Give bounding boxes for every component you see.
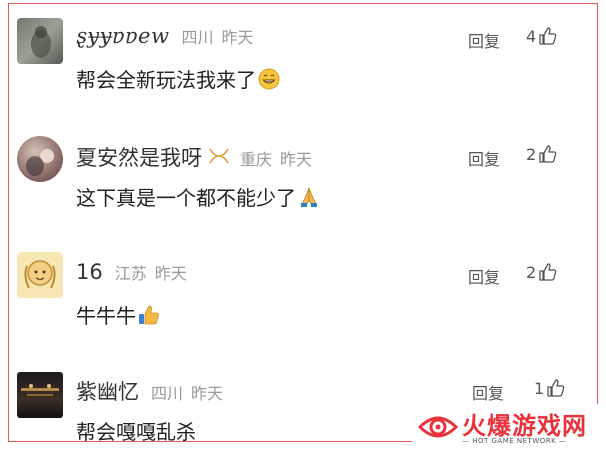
thumbs-up-emoji-icon [139, 305, 159, 324]
like-button[interactable]: 1 [534, 378, 566, 398]
timestamp: 昨天 [191, 384, 224, 403]
username[interactable]: 16 [76, 260, 103, 284]
user-badge [208, 147, 230, 170]
comment-meta: ȿɏɏɐɐew 四川 昨天 [76, 24, 261, 48]
avatar[interactable] [17, 372, 63, 418]
avatar[interactable] [17, 136, 63, 182]
like-button[interactable]: 2 [526, 262, 558, 282]
location: 四川 [151, 384, 184, 403]
comment-body: 牛牛牛 [76, 304, 136, 328]
comment-meta: 夏安然是我呀 重庆 昨天 [76, 142, 320, 172]
thumbs-up-icon [539, 263, 557, 281]
username[interactable]: 紫幽忆 [76, 376, 139, 406]
watermark-subtitle: — HOT GAME NETWORK — [462, 437, 567, 445]
folded-hands-icon [301, 187, 317, 207]
reply-button[interactable]: 回复 [468, 146, 500, 170]
timestamp: 昨天 [280, 150, 313, 169]
like-button[interactable]: 2 [526, 144, 558, 164]
thumbs-up-icon [539, 27, 557, 45]
like-button[interactable]: 4 [526, 26, 558, 46]
comment-text: 这下真是一个都不能少了 [76, 182, 320, 211]
like-count: 4 [526, 26, 537, 46]
comment-meta: 16 江苏 昨天 [76, 260, 195, 284]
like-count: 2 [526, 262, 537, 282]
comment-item: ȿɏɏɐɐew 四川 昨天 帮会全新玩法我来了 回复 4 [0, 10, 606, 110]
eye-logo-icon [418, 416, 458, 438]
username[interactable]: 夏安然是我呀 [76, 142, 202, 172]
location: 四川 [181, 28, 214, 47]
comment-text: 帮会全新玩法我来了 [76, 64, 280, 93]
location: 重庆 [240, 150, 273, 169]
comment-text: 牛牛牛 [76, 300, 160, 329]
username[interactable]: ȿɏɏɐɐew [76, 24, 169, 48]
comment-body: 帮会全新玩法我来了 [76, 68, 256, 92]
comment-item: 16 江苏 昨天 牛牛牛 回复 2 [0, 246, 606, 346]
location: 江苏 [114, 264, 147, 283]
bow-badge-icon [209, 148, 229, 164]
timestamp: 昨天 [154, 264, 187, 283]
comment-body: 帮会嘎嘎乱杀 [76, 420, 196, 444]
thumbs-up-icon [539, 145, 557, 163]
grinning-face-icon [258, 68, 280, 89]
thumbs-up-icon [547, 379, 565, 397]
reply-button[interactable]: 回复 [472, 380, 504, 404]
comment-meta: 紫幽忆 四川 昨天 [76, 376, 231, 406]
reply-button[interactable]: 回复 [468, 264, 500, 288]
comment-item: 夏安然是我呀 重庆 昨天 这下真是一个都不能少了 回复 2 [0, 128, 606, 228]
comment-body: 这下真是一个都不能少了 [76, 186, 296, 210]
like-count: 2 [526, 144, 537, 164]
watermark-title: 火爆游戏网 [462, 412, 587, 440]
timestamp: 昨天 [221, 28, 254, 47]
site-watermark: 火爆游戏网 — HOT GAME NETWORK — [412, 404, 606, 452]
avatar[interactable] [17, 18, 63, 64]
reply-button[interactable]: 回复 [468, 28, 500, 52]
comment-text: 帮会嘎嘎乱杀 [76, 416, 196, 445]
avatar[interactable] [17, 252, 63, 298]
like-count: 1 [534, 378, 545, 398]
